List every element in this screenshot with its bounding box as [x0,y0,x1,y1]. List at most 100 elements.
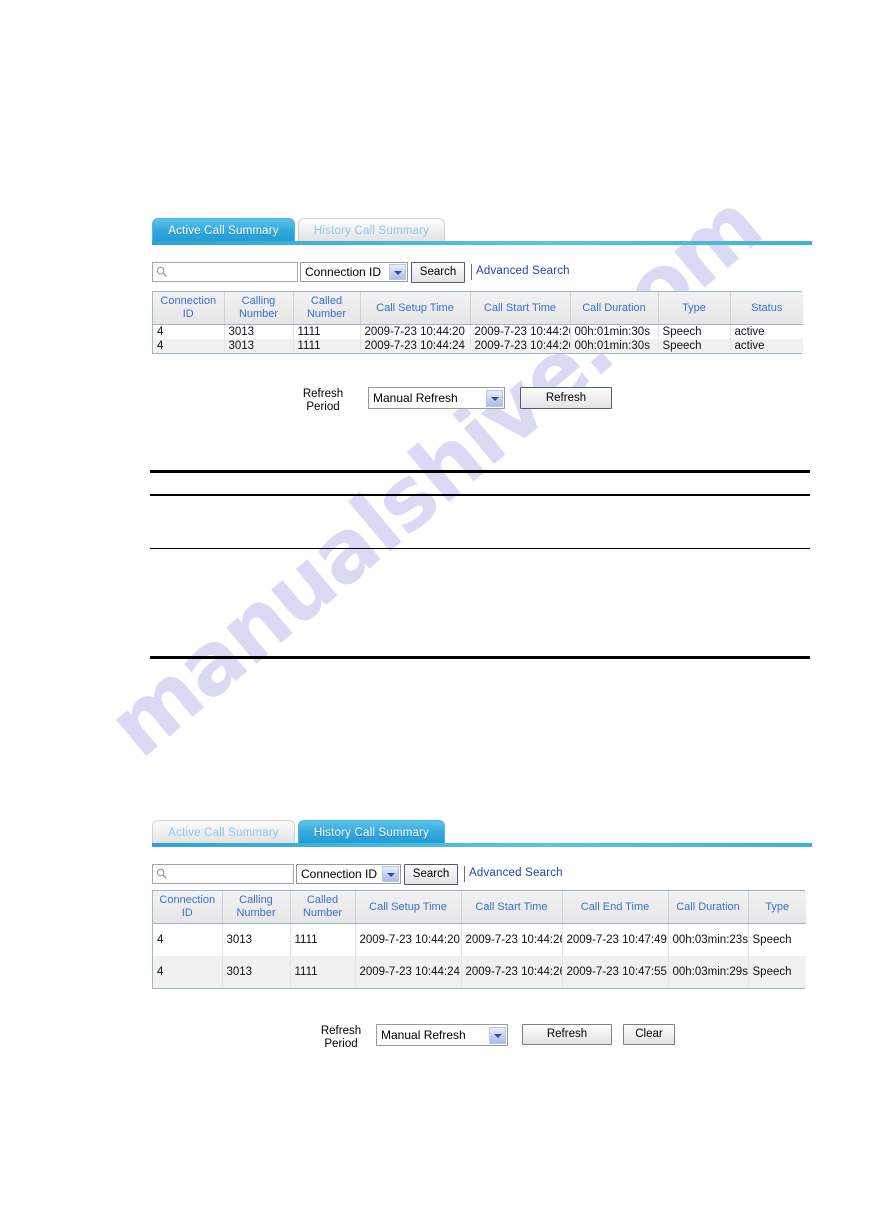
column-header-call-duration[interactable]: Call Duration [668,891,749,924]
cell-call-end-time: 2009-7-23 10:47:49 [562,923,669,956]
cell-call-duration: 00h:03min:23s [668,923,749,956]
column-header-called-number[interactable]: Called Number [290,891,356,924]
cell-connection-id: 4 [153,923,223,956]
search-field-value: Connection ID [301,867,378,881]
cell-type: Speech [658,324,731,339]
history-call-summary-table: Connection ID Calling Number Called Numb… [152,890,806,989]
table: Connection ID Calling Number Called Numb… [153,891,806,988]
cell-called-number: 1111 [293,324,361,339]
table-row[interactable]: 4 3013 1111 2009-7-23 10:44:20 2009-7-23… [153,324,803,339]
search-button[interactable]: Search [404,864,458,885]
history-call-summary-panel: Active Call Summary History Call Summary… [152,818,812,1058]
tab-label: History Call Summary [313,827,430,839]
refresh-period-label-line1: Refresh [302,388,344,400]
cell-call-end-time: 2009-7-23 10:47:55 [562,955,669,988]
refresh-period-label-line2: Period [306,401,340,413]
column-header-type[interactable]: Type [658,292,731,325]
refresh-period-value: Manual Refresh [373,391,458,405]
search-input[interactable] [169,866,299,884]
search-icon [156,266,167,277]
tab-history-call-summary[interactable]: History Call Summary [298,820,445,845]
search-button-label: Search [412,868,450,880]
column-header-call-setup-time[interactable]: Call Setup Time [360,292,471,325]
refresh-controls-bottom: Refresh Period Manual Refresh Refresh Cl… [310,1023,840,1051]
refresh-button-label: Refresh [545,392,587,404]
active-call-summary-panel: Active Call Summary History Call Summary… [152,216,812,416]
search-icon [156,868,167,879]
cell-called-number: 1111 [290,955,356,988]
column-header-calling-number[interactable]: Calling Number [222,891,291,924]
chevron-down-icon[interactable] [382,866,399,882]
cell-calling-number: 3013 [224,339,294,353]
cell-call-start-time: 2009-7-23 10:44:26 [470,339,571,353]
search-input[interactable] [169,264,299,282]
refresh-button[interactable]: Refresh [522,1024,612,1045]
table-body: 4 3013 1111 2009-7-23 10:44:20 2009-7-23… [153,324,803,353]
search-field-select[interactable]: Connection ID [296,864,401,884]
refresh-period-label: Refresh Period [310,1025,372,1051]
chevron-down-icon[interactable] [486,390,503,407]
table-header-row: Connection ID Calling Number Called Numb… [153,292,803,325]
table-header: Connection ID Calling Number Called Numb… [153,891,806,924]
search-button-label: Search [419,266,457,278]
section-divider-4 [150,656,810,659]
cell-call-duration: 00h:03min:29s [668,955,749,988]
column-header-call-start-time[interactable]: Call Start Time [470,292,571,325]
search-input-wrapper[interactable] [152,262,299,282]
column-header-call-start-time[interactable]: Call Start Time [461,891,563,924]
cell-call-start-time: 2009-7-23 10:44:26 [470,324,571,339]
chevron-down-icon[interactable] [489,1027,506,1044]
cell-connection-id: 4 [153,324,225,339]
cell-call-start-time: 2009-7-23 10:44:26 [461,955,563,988]
tab-active-call-summary[interactable]: Active Call Summary [152,820,295,845]
clear-button-label: Clear [635,1028,663,1040]
cell-call-duration: 00h:01min:30s [570,339,659,353]
tab-underline [152,241,812,245]
cell-type: Speech [748,955,806,988]
table-row[interactable]: 4 3013 1111 2009-7-23 10:44:20 2009-7-23… [153,923,806,956]
tab-active-call-summary[interactable]: Active Call Summary [152,218,295,243]
cell-type: Speech [658,339,731,353]
refresh-period-select[interactable]: Manual Refresh [376,1024,508,1046]
cell-status: active [730,339,803,353]
column-header-status[interactable]: Status [730,292,803,325]
cell-status: active [730,324,803,339]
refresh-period-label-line1: Refresh [320,1025,362,1037]
table-row[interactable]: 4 3013 1111 2009-7-23 10:44:24 2009-7-23… [153,339,803,353]
search-bar-bottom: Connection ID Search Advanced Search [152,864,572,886]
section-divider-1 [150,470,810,473]
column-header-call-end-time[interactable]: Call End Time [562,891,669,924]
section-divider-2 [150,494,810,496]
search-button[interactable]: Search [411,262,465,283]
refresh-controls-top: Refresh Period Manual Refresh Refresh [292,386,772,414]
advanced-search-link[interactable]: Advanced Search [476,265,570,277]
search-field-select[interactable]: Connection ID [300,262,408,282]
refresh-period-select[interactable]: Manual Refresh [368,387,505,409]
column-header-call-setup-time[interactable]: Call Setup Time [355,891,462,924]
search-input-wrapper[interactable] [152,864,299,884]
cell-call-setup-time: 2009-7-23 10:44:24 [355,955,462,988]
column-header-call-duration[interactable]: Call Duration [570,292,659,325]
column-header-called-number[interactable]: Called Number [293,292,361,325]
table-row[interactable]: 4 3013 1111 2009-7-23 10:44:24 2009-7-23… [153,955,806,988]
search-divider [471,264,472,280]
cell-call-setup-time: 2009-7-23 10:44:20 [355,923,462,956]
tabstrip-bottom: Active Call Summary History Call Summary [152,818,812,850]
column-header-calling-number[interactable]: Calling Number [224,292,294,325]
active-call-summary-table: Connection ID Calling Number Called Numb… [152,291,803,354]
table-header-row: Connection ID Calling Number Called Numb… [153,891,806,924]
tabstrip-top: Active Call Summary History Call Summary [152,216,812,248]
advanced-search-link[interactable]: Advanced Search [469,867,563,879]
cell-call-duration: 00h:01min:30s [570,324,659,339]
column-header-connection-id[interactable]: Connection ID [153,292,225,325]
cell-call-start-time: 2009-7-23 10:44:26 [461,923,563,956]
refresh-period-label: Refresh Period [292,388,354,414]
refresh-button[interactable]: Refresh [520,387,612,409]
refresh-button-label: Refresh [546,1028,588,1040]
chevron-down-icon[interactable] [389,264,406,280]
clear-button[interactable]: Clear [623,1024,675,1045]
refresh-period-label-line2: Period [324,1038,358,1050]
column-header-type[interactable]: Type [748,891,806,924]
tab-history-call-summary[interactable]: History Call Summary [298,218,445,243]
column-header-connection-id[interactable]: Connection ID [153,891,223,924]
